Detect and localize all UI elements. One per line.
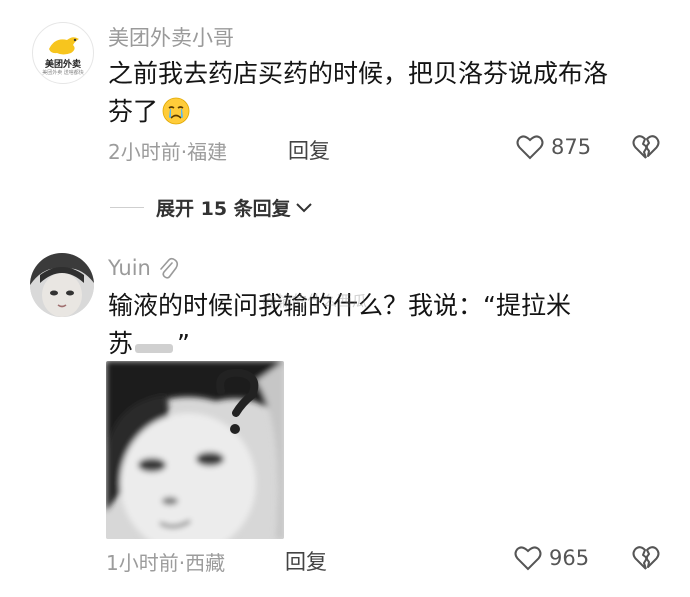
- watermark: @输的什么西瓜: [262, 292, 368, 310]
- comment-text-line: 输液的时候问我输的什么？我说：“提拉米: [108, 291, 571, 320]
- broken-heart-button[interactable]: [632, 134, 660, 164]
- user-avatar-photo: [30, 253, 94, 317]
- comment-text-fragment: ”: [177, 329, 190, 358]
- paperclip-icon: [160, 257, 178, 279]
- like-button[interactable]: 965: [514, 545, 589, 571]
- comment-text-line: 之前我去药店买药的时候，把贝洛芬说成布洛: [108, 59, 609, 88]
- comment-time-location: 1小时前·西藏: [106, 551, 226, 575]
- logo-subtext: 美团外卖 送啥都快: [42, 70, 84, 76]
- like-button[interactable]: 875: [516, 134, 591, 160]
- reply-button[interactable]: 回复: [288, 135, 330, 165]
- broken-heart-icon: [632, 135, 660, 159]
- chevron-down-icon: [295, 202, 312, 212]
- avatar[interactable]: 美团外卖 美团外卖 送啥都快: [32, 22, 94, 84]
- redacted-text-bar: [135, 343, 174, 353]
- like-count: 875: [551, 135, 592, 159]
- comment-username[interactable]: 美团外卖小哥: [108, 22, 234, 52]
- reply-button[interactable]: 回复: [285, 546, 327, 576]
- comment-username-row: Yuin: [108, 255, 179, 281]
- expand-replies-button[interactable]: 展开 15 条回复: [156, 194, 313, 221]
- comment-text-fragment: 苏: [108, 329, 134, 358]
- avatar[interactable]: [30, 253, 94, 317]
- comment-text-line: 芬了: [108, 93, 668, 136]
- heart-outline-icon: [516, 135, 544, 160]
- comment-text-line: 苏 ”: [108, 325, 668, 363]
- crying-face-icon: [162, 97, 190, 136]
- comment-text: 之前我去药店买药的时候，把贝洛芬说成布洛 芬了: [108, 55, 668, 136]
- comment-time-location: 2小时前·福建: [108, 140, 228, 164]
- blurry-face-image: [106, 361, 284, 539]
- comment-text: 输液的时候问我输的什么？我说：“提拉米 苏 ”: [108, 287, 668, 363]
- comment-text-fragment: 芬了: [108, 97, 159, 126]
- comment-image[interactable]: [106, 361, 284, 539]
- divider-line: [110, 207, 144, 208]
- expand-replies-label: 展开 15 条回复: [156, 198, 291, 220]
- comment-username[interactable]: Yuin: [108, 256, 151, 280]
- broken-heart-button[interactable]: [632, 545, 660, 575]
- broken-heart-icon: [632, 546, 660, 570]
- like-count: 965: [549, 546, 590, 570]
- heart-outline-icon: [514, 546, 542, 571]
